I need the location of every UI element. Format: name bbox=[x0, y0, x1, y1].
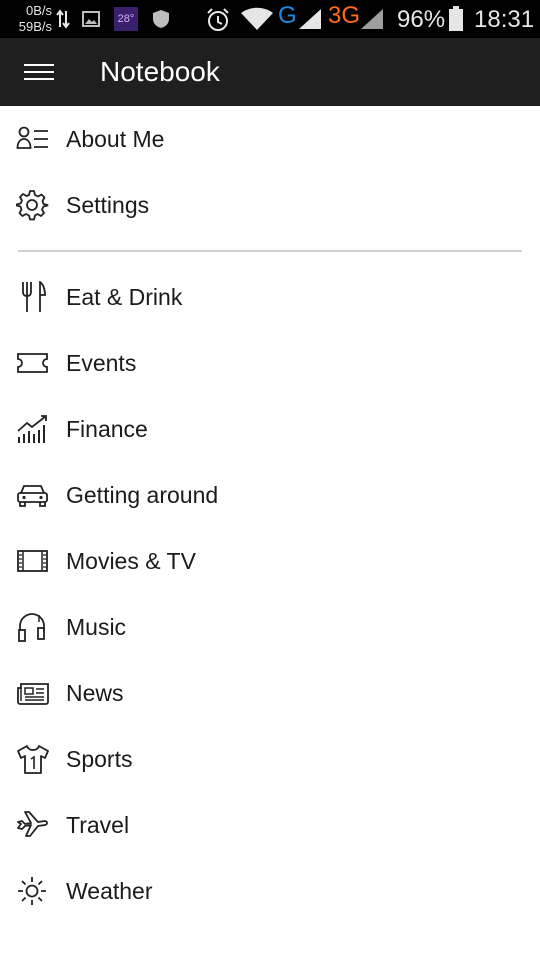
menu-item-label: News bbox=[66, 680, 124, 706]
notebook-menu: About Me Settings Eat & Drink Events Fin… bbox=[0, 106, 540, 924]
menu-item-label: Music bbox=[66, 614, 127, 640]
status-bar: 0B/s 59B/s 28° G 3G 96% 18:31 bbox=[0, 0, 540, 38]
menu-item-movies-tv[interactable]: Movies & TV bbox=[0, 528, 540, 594]
menu-item-finance[interactable]: Finance bbox=[0, 396, 540, 462]
menu-item-label: Weather bbox=[66, 878, 153, 904]
network-3g-label: 3G bbox=[328, 2, 361, 29]
menu-item-news[interactable]: News bbox=[0, 660, 540, 726]
clock: 18:31 bbox=[474, 6, 535, 33]
image-icon bbox=[82, 10, 100, 28]
page-title: Notebook bbox=[100, 56, 220, 87]
menu-item-travel[interactable]: Travel bbox=[0, 792, 540, 858]
menu-item-settings[interactable]: Settings bbox=[0, 172, 540, 238]
battery-icon bbox=[448, 6, 464, 32]
ticket-icon bbox=[16, 347, 50, 379]
sun-icon bbox=[16, 875, 50, 907]
newspaper-icon bbox=[16, 677, 50, 709]
speed-up-text: 0B/s bbox=[25, 3, 52, 18]
menu-item-label: Events bbox=[66, 350, 137, 376]
person-list-icon bbox=[16, 123, 50, 155]
signal-icon bbox=[360, 8, 384, 30]
car-icon bbox=[16, 479, 50, 511]
alarm-icon bbox=[205, 7, 231, 33]
hamburger-menu-icon[interactable] bbox=[18, 58, 60, 86]
menu-item-getting-around[interactable]: Getting around bbox=[0, 462, 540, 528]
shield-icon bbox=[151, 9, 171, 29]
signal-icon bbox=[298, 8, 322, 30]
menu-item-about-me[interactable]: About Me bbox=[0, 106, 540, 172]
menu-item-music[interactable]: Music bbox=[0, 594, 540, 660]
menu-item-events[interactable]: Events bbox=[0, 330, 540, 396]
menu-item-label: Settings bbox=[66, 192, 150, 218]
fork-knife-icon bbox=[16, 281, 50, 313]
menu-item-eat-drink[interactable]: Eat & Drink bbox=[0, 264, 540, 330]
wifi-icon bbox=[240, 7, 274, 31]
menu-item-label: Sports bbox=[66, 746, 133, 772]
temperature-badge: 28° bbox=[114, 7, 138, 31]
data-transfer-icon bbox=[56, 9, 70, 29]
airplane-icon bbox=[16, 809, 50, 841]
menu-item-label: About Me bbox=[66, 126, 165, 152]
battery-percent: 96% bbox=[397, 6, 446, 33]
network-speed: 0B/s 59B/s bbox=[12, 3, 52, 35]
menu-divider bbox=[18, 250, 522, 252]
menu-item-label: Eat & Drink bbox=[66, 284, 183, 310]
jersey-icon bbox=[16, 743, 50, 775]
network-g-label: G bbox=[278, 2, 297, 29]
chart-icon bbox=[16, 413, 50, 445]
gear-icon bbox=[16, 189, 50, 221]
speed-down-text: 59B/s bbox=[18, 19, 52, 34]
menu-item-weather[interactable]: Weather bbox=[0, 858, 540, 924]
menu-item-label: Finance bbox=[66, 416, 148, 442]
menu-item-label: Travel bbox=[66, 812, 130, 838]
menu-item-label: Getting around bbox=[66, 482, 219, 508]
app-bar: Notebook bbox=[0, 38, 540, 106]
headphones-icon bbox=[16, 611, 50, 643]
menu-item-sports[interactable]: Sports bbox=[0, 726, 540, 792]
menu-item-label: Movies & TV bbox=[66, 548, 196, 574]
film-icon bbox=[16, 545, 50, 577]
